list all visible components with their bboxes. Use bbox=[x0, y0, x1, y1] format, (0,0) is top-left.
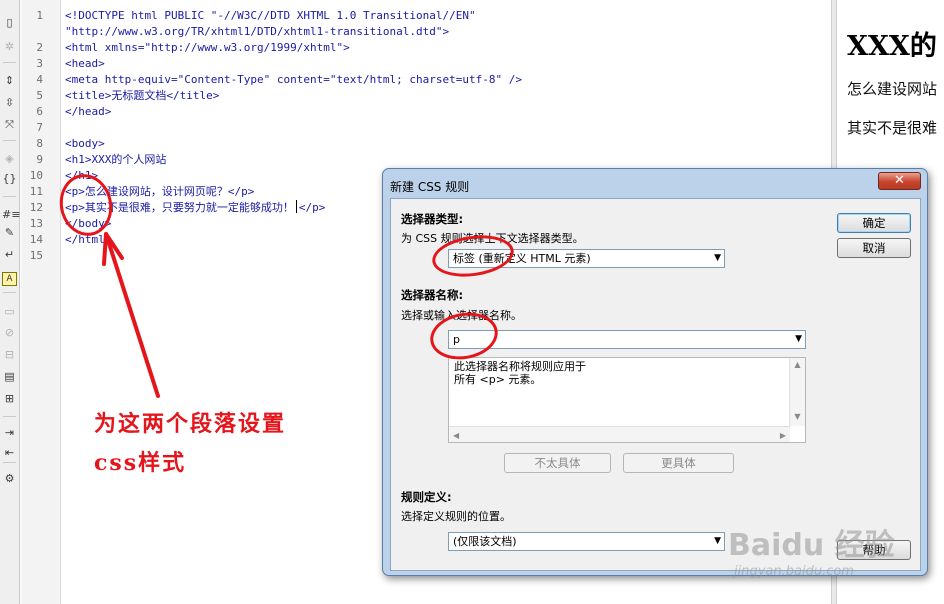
baidu-logo: Baidu 经验 bbox=[728, 528, 895, 563]
format-source-icon[interactable]: ⚙ bbox=[2, 472, 17, 486]
remove-comment-icon[interactable]: ⊘ bbox=[2, 326, 17, 340]
preview-paragraph-1: 怎么建设网站 bbox=[847, 80, 938, 98]
collapse-selection-icon[interactable]: ⇳ bbox=[2, 96, 17, 110]
gear-icon[interactable]: ✲ bbox=[2, 40, 17, 54]
line-number: 10 bbox=[29, 169, 43, 182]
line-number: 7 bbox=[36, 121, 43, 134]
code-line-5: <meta http-equiv="Content-Type" content=… bbox=[65, 73, 522, 86]
more-specific-button[interactable]: 更具体 bbox=[623, 453, 734, 473]
line-numbers-icon[interactable]: #≡ bbox=[2, 208, 20, 222]
line-number: 2 bbox=[36, 41, 43, 54]
line-number: 11 bbox=[29, 185, 43, 198]
selector-type-label: 选择器类型: bbox=[401, 212, 464, 226]
toolbar-separator bbox=[3, 140, 16, 141]
annotation-arrow bbox=[102, 232, 160, 398]
chevron-down-icon: ▼ bbox=[714, 536, 721, 546]
line-number: 15 bbox=[29, 249, 43, 262]
code-line-3: <html xmlns="http://www.w3.org/1999/xhtm… bbox=[65, 41, 350, 54]
ok-button[interactable]: 确定 bbox=[837, 213, 911, 233]
code-line-2: "http://www.w3.org/TR/xhtml1/DTD/xhtml1-… bbox=[65, 25, 450, 38]
line-number: 12 bbox=[29, 201, 43, 214]
code-line-9: <body> bbox=[65, 137, 105, 150]
chevron-down-icon: ▼ bbox=[714, 253, 721, 263]
rule-definition-desc: 选择定义规则的位置。 bbox=[401, 510, 511, 523]
code-line-6: <title>无标题文档</title> bbox=[65, 89, 220, 102]
selector-info-text: 此选择器名称将规则应用于 所有 <p> 元素。 bbox=[454, 360, 586, 386]
document-icon[interactable]: ▯ bbox=[2, 16, 17, 30]
line-number-gutter: 1 2 3 4 5 6 7 8 9 10 11 12 13 14 15 bbox=[21, 0, 61, 604]
line-number: 4 bbox=[36, 73, 43, 86]
wrap-tag-icon[interactable]: ⊟ bbox=[2, 348, 17, 362]
selector-name-combobox[interactable]: p ▼ bbox=[448, 330, 806, 349]
balance-braces-icon[interactable]: {} bbox=[2, 172, 17, 186]
code-line-4: <head> bbox=[65, 57, 105, 70]
close-icon: ✕ bbox=[894, 173, 905, 188]
preview-paragraph-2: 其实不是很难 bbox=[847, 119, 938, 137]
less-specific-button[interactable]: 不太具体 bbox=[504, 453, 611, 473]
preview-heading: XXX的 bbox=[847, 31, 937, 62]
rule-definition-value: (仅限该文档) bbox=[453, 535, 517, 548]
collapse-tag-icon[interactable]: ⇕ bbox=[2, 74, 17, 88]
recent-snippets-icon[interactable]: ▤ bbox=[2, 370, 17, 384]
toolbar-separator bbox=[3, 196, 16, 197]
rule-definition-select[interactable]: (仅限该文档) ▼ bbox=[448, 532, 725, 551]
cancel-button[interactable]: 取消 bbox=[837, 238, 911, 258]
close-button[interactable]: ✕ bbox=[878, 172, 921, 190]
expand-all-icon[interactable]: ⤧ bbox=[2, 118, 17, 132]
code-line-1: <!DOCTYPE html PUBLIC "-//W3C//DTD XHTML… bbox=[65, 9, 476, 22]
line-number: 8 bbox=[36, 137, 43, 150]
line-number: 1 bbox=[36, 9, 43, 22]
line-number: 14 bbox=[29, 233, 43, 246]
syntax-coloring-icon[interactable]: A bbox=[2, 272, 17, 286]
indent-icon[interactable]: ⇥ bbox=[2, 426, 17, 440]
line-number: 9 bbox=[36, 153, 43, 166]
closing-tag: </p> bbox=[298, 201, 326, 214]
line-number: 6 bbox=[36, 105, 43, 118]
selector-name-label: 选择器名称: bbox=[401, 288, 464, 302]
toolbar-separator bbox=[3, 416, 16, 417]
select-parent-tag-icon[interactable]: ◈ bbox=[2, 152, 17, 166]
chevron-down-icon: ▼ bbox=[795, 334, 802, 344]
selector-info-box: 此选择器名称将规则应用于 所有 <p> 元素。 ▲ ▼ ◀ ▶ bbox=[448, 357, 806, 443]
watermark-url: jingyan.baidu.com bbox=[734, 564, 854, 579]
line-number: 5 bbox=[36, 89, 43, 102]
outdent-icon[interactable]: ⇤ bbox=[2, 446, 17, 460]
highlight-invalid-icon[interactable]: ✎ bbox=[2, 226, 17, 240]
annotation-text-line-2: css样式 bbox=[94, 450, 187, 476]
rule-definition-label: 规则定义: bbox=[401, 490, 452, 504]
coding-toolbar: ▯ ✲ ⇕ ⇳ ⤧ ◈ {} #≡ ✎ ↵ A ▭ ⊘ ⊟ ▤ ⊞ ⇥ ⇤ ⚙ bbox=[0, 0, 20, 604]
info-horizontal-scrollbar[interactable]: ◀ ▶ bbox=[449, 426, 790, 442]
toolbar-separator bbox=[3, 462, 16, 463]
text-caret bbox=[295, 200, 297, 213]
apply-comment-icon[interactable]: ▭ bbox=[2, 305, 17, 319]
toolbar-separator bbox=[3, 292, 16, 293]
info-vertical-scrollbar[interactable]: ▲ ▼ bbox=[789, 358, 805, 426]
word-wrap-icon[interactable]: ↵ bbox=[2, 248, 17, 262]
annotation-text-line-1: 为这两个段落设置 bbox=[94, 411, 287, 437]
code-line-7: </head> bbox=[65, 105, 112, 118]
dialog-title: 新建 CSS 规则 bbox=[390, 180, 470, 194]
line-number: 13 bbox=[29, 217, 43, 230]
line-number: 3 bbox=[36, 57, 43, 70]
move-css-icon[interactable]: ⊞ bbox=[2, 392, 17, 406]
baidu-watermark: Baidu 经验 jingyan.baidu.com bbox=[728, 500, 918, 590]
code-line-10: <h1>XXX的个人网站 bbox=[65, 153, 167, 166]
toolbar-separator bbox=[3, 62, 16, 63]
